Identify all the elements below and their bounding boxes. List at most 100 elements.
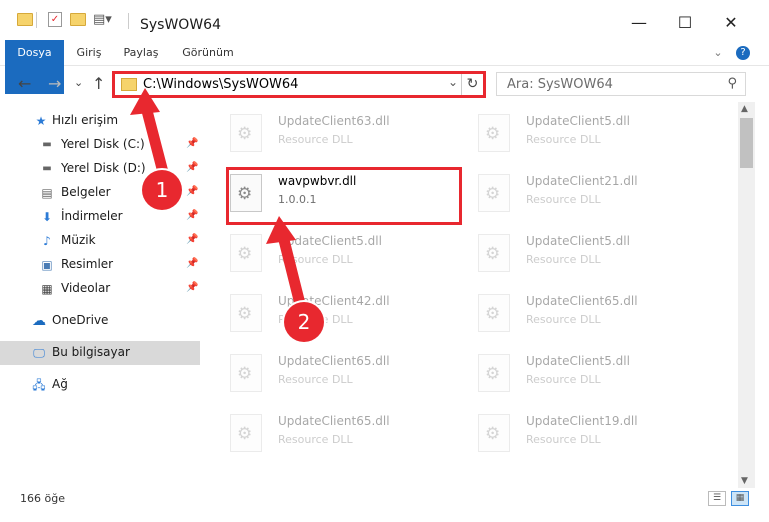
file-type: Resource DLL <box>278 433 353 446</box>
vertical-scrollbar[interactable]: ▲ ▼ <box>738 102 755 488</box>
dll-file-icon <box>230 294 262 332</box>
sidebar-item-label: OneDrive <box>52 313 109 327</box>
details-view-icon[interactable]: ☰ <box>708 491 726 506</box>
videos-icon: ▦ <box>41 282 53 296</box>
separator <box>128 13 129 29</box>
new-folder-icon[interactable] <box>70 13 86 26</box>
sidebar-item-label: Videolar <box>61 281 111 295</box>
music-icon: ♪ <box>43 234 51 248</box>
customize-quick-access-icon[interactable]: ▤▾ <box>93 12 112 27</box>
sidebar-item-label: Yerel Disk (C:) <box>61 137 145 151</box>
sidebar-item-label: Ağ <box>52 377 68 391</box>
recent-locations-button[interactable]: ⌄ <box>74 76 83 89</box>
file-tile[interactable]: UpdateClient5.dll Resource DLL <box>220 226 450 280</box>
file-type: Resource DLL <box>526 373 601 386</box>
scrollbar-thumb[interactable] <box>740 118 753 168</box>
dll-file-icon <box>478 294 510 332</box>
sidebar-item-quick-access[interactable]: ★ Hızlı erişim <box>0 109 200 133</box>
navigation-pane: ★ Hızlı erişim ▬ Yerel Disk (C:) 📌 ▬ Yer… <box>0 104 202 484</box>
scroll-up-arrow-icon[interactable]: ▲ <box>741 104 748 114</box>
file-tile[interactable]: UpdateClient65.dll Resource DLL <box>220 346 450 400</box>
sidebar-item-onedrive[interactable]: ☁ OneDrive <box>0 309 200 333</box>
file-tile[interactable]: UpdateClient5.dll Resource DLL <box>468 106 698 160</box>
large-icons-view-icon[interactable]: ▦ <box>731 491 749 506</box>
navigation-bar: ← → ⌄ ↑ C:\Windows\SysWOW64 ⌄ ↻ Ara: Sys… <box>0 66 769 102</box>
file-tile[interactable]: UpdateClient5.dll Resource DLL <box>468 346 698 400</box>
sidebar-item-label: Belgeler <box>61 185 111 199</box>
file-type: Resource DLL <box>526 433 601 446</box>
sidebar-item-label: Bu bilgisayar <box>52 345 130 359</box>
tab-home[interactable]: Giriş <box>68 40 110 66</box>
pin-icon[interactable]: 📌 <box>186 234 198 245</box>
file-type: Resource DLL <box>526 253 601 266</box>
file-tile[interactable]: UpdateClient65.dll Resource DLL <box>220 406 450 460</box>
search-input[interactable]: Ara: SysWOW64 <box>507 77 613 92</box>
up-button[interactable]: ↑ <box>92 74 105 93</box>
sidebar-item-label: İndirmeler <box>61 209 123 223</box>
star-icon: ★ <box>35 114 47 128</box>
refresh-button[interactable]: ↻ <box>461 74 483 95</box>
dll-file-icon <box>230 234 262 272</box>
file-name: UpdateClient21.dll <box>526 174 638 188</box>
address-text[interactable]: C:\Windows\SysWOW64 <box>143 77 298 92</box>
maximize-button[interactable]: ☐ <box>662 12 708 34</box>
file-name: UpdateClient5.dll <box>526 114 630 128</box>
pin-icon[interactable]: 📌 <box>186 282 198 293</box>
step-1-badge: 1 <box>142 170 182 210</box>
pin-icon[interactable]: 📌 <box>186 210 198 221</box>
sidebar-item-network[interactable]: 🖧 Ağ <box>0 373 200 397</box>
file-tile[interactable]: UpdateClient5.dll Resource DLL <box>468 226 698 280</box>
file-list: UpdateClient63.dll Resource DLL UpdateCl… <box>216 102 736 482</box>
sidebar-item-label: Yerel Disk (D:) <box>61 161 146 175</box>
sidebar-item-label: Müzik <box>61 233 96 247</box>
sidebar-item-this-pc[interactable]: 🖵 Bu bilgisayar <box>0 341 200 365</box>
drive-icon: ▬ <box>42 139 52 150</box>
scroll-down-arrow-icon[interactable]: ▼ <box>741 476 748 486</box>
sidebar-item-downloads[interactable]: ⬇ İndirmeler 📌 <box>0 205 200 229</box>
file-type: Resource DLL <box>526 133 601 146</box>
file-name: UpdateClient5.dll <box>526 234 630 248</box>
file-name: UpdateClient63.dll <box>278 114 390 128</box>
close-button[interactable]: ✕ <box>708 12 754 34</box>
dll-file-icon <box>230 414 262 452</box>
folder-icon <box>121 78 137 91</box>
expand-ribbon-icon[interactable]: ⌄ <box>708 40 728 66</box>
tab-share[interactable]: Paylaş <box>116 40 166 66</box>
file-type: Resource DLL <box>526 193 601 206</box>
pin-icon[interactable]: 📌 <box>186 258 198 269</box>
search-box[interactable]: Ara: SysWOW64 ⚲ <box>496 72 746 96</box>
pin-icon[interactable]: 📌 <box>186 138 198 149</box>
sidebar-item-videos[interactable]: ▦ Videolar 📌 <box>0 277 200 301</box>
drive-icon: ▬ <box>42 163 52 174</box>
file-type: Resource DLL <box>278 133 353 146</box>
tab-view[interactable]: Görünüm <box>176 40 240 66</box>
address-history-chevron-icon[interactable]: ⌄ <box>448 75 458 89</box>
minimize-button[interactable]: — <box>616 12 662 34</box>
file-name: UpdateClient5.dll <box>526 354 630 368</box>
item-count: 166 öğe <box>20 492 65 505</box>
dll-file-icon <box>478 174 510 212</box>
file-name: UpdateClient19.dll <box>526 414 638 428</box>
ribbon-tabs: Dosya Giriş Paylaş Görünüm ⌄ ? <box>0 40 769 94</box>
dll-file-icon <box>230 114 262 152</box>
properties-icon[interactable]: ✓ <box>48 12 62 27</box>
help-icon[interactable]: ? <box>736 46 750 60</box>
downloads-icon: ⬇ <box>41 210 53 224</box>
search-icon: ⚲ <box>727 76 737 91</box>
pin-icon[interactable]: 📌 <box>186 162 198 173</box>
pin-icon[interactable]: 📌 <box>186 186 198 197</box>
sidebar-item-label: Resimler <box>61 257 114 271</box>
file-tile[interactable]: UpdateClient42.dll Resource DLL <box>220 286 450 340</box>
forward-button[interactable]: → <box>48 74 61 93</box>
sidebar-item-music[interactable]: ♪ Müzik 📌 <box>0 229 200 253</box>
cloud-icon: ☁ <box>32 313 46 329</box>
file-tile[interactable]: UpdateClient65.dll Resource DLL <box>468 286 698 340</box>
sidebar-item-pictures[interactable]: ▣ Resimler 📌 <box>0 253 200 277</box>
address-bar[interactable]: C:\Windows\SysWOW64 ⌄ ↻ <box>112 71 486 98</box>
sidebar-item-local-disk-c[interactable]: ▬ Yerel Disk (C:) 📌 <box>0 133 200 157</box>
dll-file-icon <box>230 354 262 392</box>
file-tile[interactable]: UpdateClient63.dll Resource DLL <box>220 106 450 160</box>
back-button[interactable]: ← <box>18 74 31 93</box>
file-tile[interactable]: UpdateClient19.dll Resource DLL <box>468 406 698 460</box>
file-tile[interactable]: UpdateClient21.dll Resource DLL <box>468 166 698 220</box>
